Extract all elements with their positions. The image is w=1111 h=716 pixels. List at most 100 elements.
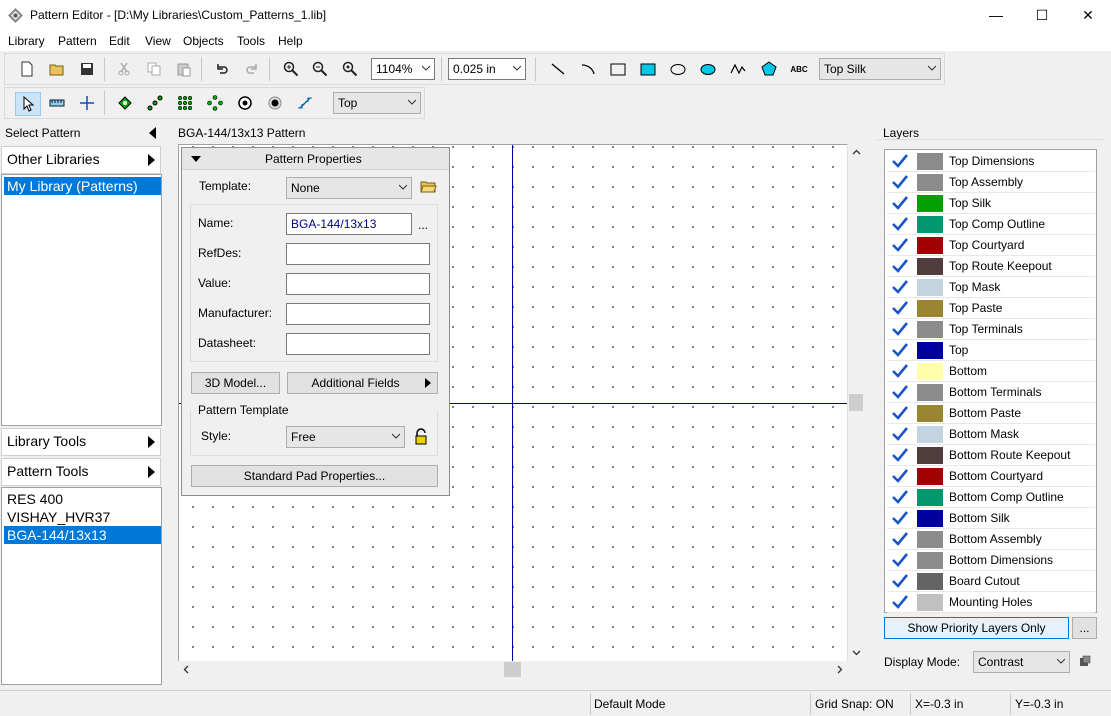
layer-color-swatch[interactable] — [917, 468, 943, 485]
ellipse-tool-icon[interactable] — [667, 58, 689, 80]
layer-color-swatch[interactable] — [917, 531, 943, 548]
layer-row[interactable]: Mounting Holes — [887, 592, 1095, 613]
polyline-tool-icon[interactable] — [727, 58, 749, 80]
layer-row[interactable]: Bottom Courtyard — [887, 466, 1095, 487]
menu-pattern[interactable]: Pattern — [58, 34, 97, 48]
close-button[interactable]: ✕ — [1065, 0, 1111, 31]
checkmark-icon[interactable] — [891, 153, 909, 169]
checkmark-icon[interactable] — [891, 531, 909, 547]
pattern-properties-header[interactable]: Pattern Properties — [182, 148, 449, 170]
scroll-left-icon[interactable] — [182, 665, 191, 674]
checkmark-icon[interactable] — [891, 174, 909, 190]
measure-tool-icon[interactable] — [294, 92, 316, 114]
zoom-combo[interactable]: 1104% — [371, 58, 435, 80]
checkmark-icon[interactable] — [891, 195, 909, 211]
layer-row[interactable]: Bottom — [887, 361, 1095, 382]
template-combo[interactable]: None — [286, 177, 412, 199]
collapse-left-icon[interactable] — [149, 127, 156, 139]
list-item[interactable]: BGA-144/13x13 — [4, 526, 161, 544]
checkmark-icon[interactable] — [891, 426, 909, 442]
zoom-in-icon[interactable] — [280, 58, 302, 80]
layer-color-swatch[interactable] — [917, 216, 943, 233]
layer-row[interactable]: Top Assembly — [887, 172, 1095, 193]
layer-row[interactable]: Top Silk — [887, 193, 1095, 214]
via-tool-icon[interactable] — [234, 92, 256, 114]
checkmark-icon[interactable] — [891, 594, 909, 610]
layer-color-swatch[interactable] — [917, 510, 943, 527]
checkmark-icon[interactable] — [891, 258, 909, 274]
layer-row[interactable]: Top Courtyard — [887, 235, 1095, 256]
layer-row[interactable]: Bottom Dimensions — [887, 550, 1095, 571]
checkmark-icon[interactable] — [891, 342, 909, 358]
layer-color-swatch[interactable] — [917, 237, 943, 254]
layer-color-swatch[interactable] — [917, 573, 943, 590]
checkmark-icon[interactable] — [891, 363, 909, 379]
pad-circle-tool-icon[interactable] — [204, 92, 226, 114]
pattern-list[interactable]: RES 400 VISHAY_HVR37 BGA-144/13x13 — [1, 487, 162, 685]
lock-icon[interactable] — [414, 428, 428, 445]
layer-color-swatch[interactable] — [917, 384, 943, 401]
menu-view[interactable]: View — [145, 34, 171, 48]
checkmark-icon[interactable] — [891, 216, 909, 232]
layer-row[interactable]: Bottom Paste — [887, 403, 1095, 424]
origin-tool-icon[interactable] — [76, 92, 98, 114]
layer-color-swatch[interactable] — [917, 363, 943, 380]
new-file-icon[interactable] — [16, 58, 38, 80]
layer-color-swatch[interactable] — [917, 489, 943, 506]
layer-color-swatch[interactable] — [917, 195, 943, 212]
copy-icon[interactable] — [143, 58, 165, 80]
name-more-button[interactable]: ... — [418, 218, 428, 232]
open-folder-icon[interactable] — [420, 179, 437, 194]
pad-row-tool-icon[interactable] — [144, 92, 166, 114]
layer-color-swatch[interactable] — [917, 258, 943, 275]
checkmark-icon[interactable] — [891, 321, 909, 337]
menu-help[interactable]: Help — [278, 34, 303, 48]
rectangle-tool-icon[interactable] — [607, 58, 629, 80]
line-tool-icon[interactable] — [547, 58, 569, 80]
layer-color-swatch[interactable] — [917, 321, 943, 338]
library-tools-button[interactable]: Library Tools — [1, 428, 161, 456]
horizontal-scrollbar[interactable] — [178, 661, 848, 678]
layer-row[interactable]: Bottom Terminals — [887, 382, 1095, 403]
menu-library[interactable]: Library — [8, 34, 45, 48]
layer-color-swatch[interactable] — [917, 300, 943, 317]
layer-color-swatch[interactable] — [917, 342, 943, 359]
library-list[interactable]: My Library (Patterns) — [1, 174, 162, 426]
standard-pad-properties-button[interactable]: Standard Pad Properties... — [191, 465, 438, 487]
layer-row[interactable]: Board Cutout — [887, 571, 1095, 592]
menu-objects[interactable]: Objects — [183, 34, 224, 48]
layer-combo[interactable]: Top Silk — [819, 58, 941, 80]
pattern-tools-button[interactable]: Pattern Tools — [1, 458, 161, 486]
layer-row[interactable]: Top — [887, 340, 1095, 361]
side-combo[interactable]: Top — [333, 92, 421, 114]
layer-settings-icon[interactable] — [1079, 655, 1091, 667]
layer-row[interactable]: Top Route Keepout — [887, 256, 1095, 277]
other-libraries-button[interactable]: Other Libraries — [1, 146, 161, 174]
vertical-scroll-thumb[interactable] — [849, 394, 863, 411]
display-mode-combo[interactable]: Contrast — [973, 651, 1070, 673]
horizontal-scroll-thumb[interactable] — [504, 662, 521, 677]
layer-row[interactable]: Bottom Assembly — [887, 529, 1095, 550]
refdes-field[interactable] — [286, 243, 430, 265]
additional-fields-button[interactable]: Additional Fields — [287, 372, 438, 394]
list-item[interactable]: VISHAY_HVR37 — [4, 508, 161, 526]
pad-array-tool-icon[interactable] — [174, 92, 196, 114]
scroll-right-icon[interactable] — [835, 665, 844, 674]
menu-edit[interactable]: Edit — [109, 34, 130, 48]
layer-color-swatch[interactable] — [917, 405, 943, 422]
layers-list[interactable]: Top Dimensions Top Assembly Top Silk Top Co… — [884, 149, 1097, 613]
list-item[interactable]: RES 400 — [4, 490, 161, 508]
layer-color-swatch[interactable] — [917, 447, 943, 464]
menu-tools[interactable]: Tools — [237, 34, 265, 48]
3d-model-button[interactable]: 3D Model... — [191, 372, 280, 394]
layer-color-swatch[interactable] — [917, 174, 943, 191]
dimension-tool-icon[interactable] — [46, 92, 68, 114]
layer-row[interactable]: Top Comp Outline — [887, 214, 1095, 235]
layer-row[interactable]: Top Dimensions — [887, 151, 1095, 172]
name-field[interactable]: BGA-144/13x13 — [286, 213, 412, 235]
layers-more-button[interactable]: ... — [1072, 617, 1097, 639]
checkmark-icon[interactable] — [891, 468, 909, 484]
layer-row[interactable]: Bottom Silk — [887, 508, 1095, 529]
layer-row[interactable]: Bottom Route Keepout — [887, 445, 1095, 466]
maximize-button[interactable]: ☐ — [1019, 0, 1065, 31]
